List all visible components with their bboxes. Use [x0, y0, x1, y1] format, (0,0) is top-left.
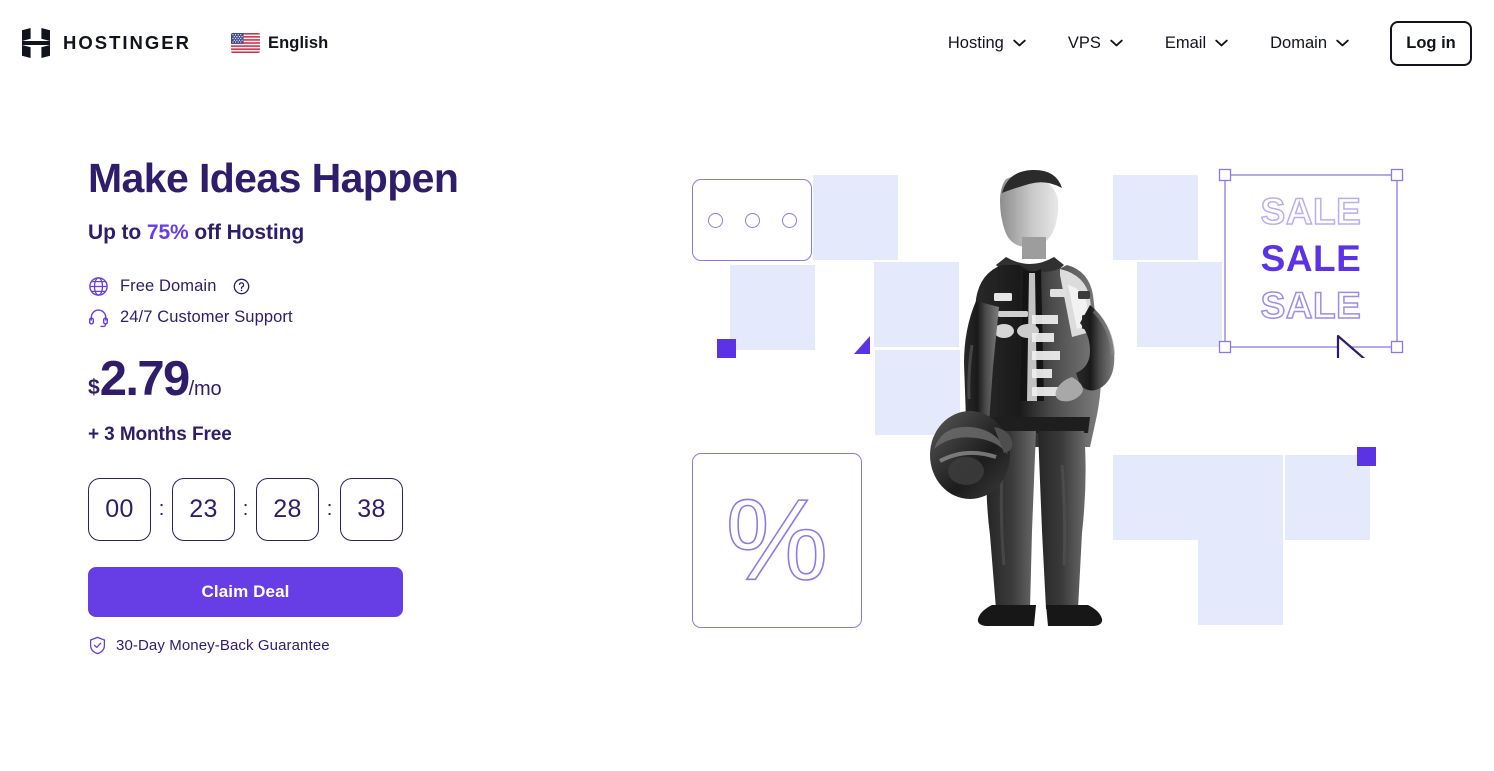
- brand-block: HOSTINGER English: [22, 28, 328, 58]
- claim-deal-button[interactable]: Claim Deal: [88, 567, 403, 618]
- hostinger-h-logo-icon: [22, 28, 50, 58]
- login-button-label: Log in: [1406, 33, 1456, 52]
- circle-dot-icon: [744, 212, 760, 228]
- subtitle-discount: 75%: [146, 221, 189, 245]
- globe-icon: [88, 276, 109, 297]
- price-currency: $: [88, 376, 100, 400]
- circle-dot-icon: [781, 212, 797, 228]
- decorative-square: [1285, 455, 1370, 540]
- countdown-cell-hours: 23: [172, 478, 235, 542]
- hero-content: Make Ideas Happen Up to 75% off Hosting …: [88, 155, 648, 655]
- circle-dot-icon: [707, 212, 723, 228]
- feature-item-support: 24/7 Customer Support: [88, 307, 648, 328]
- nav-item-email-label: Email: [1164, 33, 1207, 52]
- nav-item-email[interactable]: Email: [1144, 21, 1249, 65]
- countdown-value-seconds: 38: [357, 495, 386, 524]
- chevron-down-icon: [1013, 39, 1026, 47]
- nav-item-hosting[interactable]: Hosting: [927, 21, 1047, 65]
- language-switcher[interactable]: English: [230, 33, 329, 53]
- hostinger-landing-page: HOSTINGER English Hosting VPS Email Doma…: [0, 0, 1494, 771]
- price-period: /mo: [188, 378, 222, 401]
- nav-item-vps[interactable]: VPS: [1047, 21, 1144, 65]
- countdown-cell-days: 00: [88, 478, 151, 542]
- percent-symbol-icon: %: [725, 480, 829, 602]
- feature-list: Free Domain 24/7 Customer Support: [88, 276, 648, 328]
- decorative-square: [1198, 455, 1283, 540]
- chevron-down-icon: [1336, 39, 1349, 47]
- three-dots-card: [692, 179, 812, 261]
- question-mark-circle-icon[interactable]: [227, 278, 250, 295]
- nav-item-domain[interactable]: Domain: [1249, 21, 1370, 65]
- nav-item-domain-label: Domain: [1270, 33, 1327, 52]
- claim-deal-label: Claim Deal: [201, 582, 290, 602]
- svg-text:%: %: [726, 480, 828, 602]
- countdown-timer: 00 : 23 : 28 : 38: [88, 478, 648, 542]
- countdown-separator: :: [158, 498, 165, 521]
- sale-text-middle: SALE: [1261, 238, 1362, 279]
- site-header: HOSTINGER English Hosting VPS Email Doma…: [0, 0, 1494, 86]
- page-title: Make Ideas Happen: [88, 155, 459, 201]
- headset-icon: [88, 307, 109, 328]
- price-block: $ 2.79 /mo: [88, 355, 648, 404]
- main-nav: Hosting VPS Email Domain Log in: [927, 20, 1472, 66]
- racing-driver-photo: [930, 169, 1115, 626]
- decorative-square: [1198, 540, 1283, 625]
- sale-text-bottom: SALE: [1261, 285, 1362, 326]
- subtitle-prefix: Up to: [88, 221, 147, 245]
- sale-selection-card: SALE SALE SALE: [1218, 168, 1404, 394]
- price-amount: 2.79: [99, 352, 191, 407]
- nav-item-hosting-label: Hosting: [947, 33, 1004, 52]
- chevron-down-icon: [1110, 39, 1123, 47]
- money-back-guarantee: 30-Day Money-Back Guarantee: [88, 636, 648, 655]
- percent-card: %: [692, 453, 862, 628]
- feature-item-free-domain: Free Domain: [88, 276, 648, 297]
- feature-label-support: 24/7 Customer Support: [120, 308, 293, 327]
- logo-link[interactable]: HOSTINGER: [22, 28, 191, 58]
- login-button[interactable]: Log in: [1390, 20, 1472, 66]
- language-label: English: [267, 33, 329, 52]
- nav-item-vps-label: VPS: [1067, 33, 1101, 52]
- countdown-cell-seconds: 38: [340, 478, 403, 542]
- countdown-value-days: 00: [105, 495, 134, 524]
- countdown-value-hours: 23: [189, 495, 218, 524]
- accent-square: [717, 339, 736, 358]
- countdown-value-minutes: 28: [273, 495, 302, 524]
- bonus-months-label: + 3 Months Free: [88, 424, 232, 446]
- us-flag-icon: [230, 33, 260, 53]
- feature-label-free-domain: Free Domain: [120, 277, 217, 296]
- shield-check-icon: [88, 636, 107, 655]
- logo-wordmark: HOSTINGER: [63, 32, 191, 53]
- decorative-square: [730, 265, 815, 350]
- countdown-separator: :: [326, 498, 333, 521]
- hero-subtitle: Up to 75% off Hosting: [88, 221, 648, 245]
- accent-triangle: [854, 336, 870, 354]
- sale-text-top: SALE: [1261, 191, 1362, 232]
- subtitle-suffix: off Hosting: [188, 221, 305, 245]
- guarantee-label: 30-Day Money-Back Guarantee: [116, 637, 330, 655]
- chevron-down-icon: [1215, 39, 1228, 47]
- accent-square: [1357, 447, 1376, 466]
- countdown-cell-minutes: 28: [256, 478, 319, 542]
- decorative-square: [813, 175, 898, 260]
- hero-illustration: % SALE SALE SALE: [660, 140, 1450, 660]
- countdown-separator: :: [242, 498, 249, 521]
